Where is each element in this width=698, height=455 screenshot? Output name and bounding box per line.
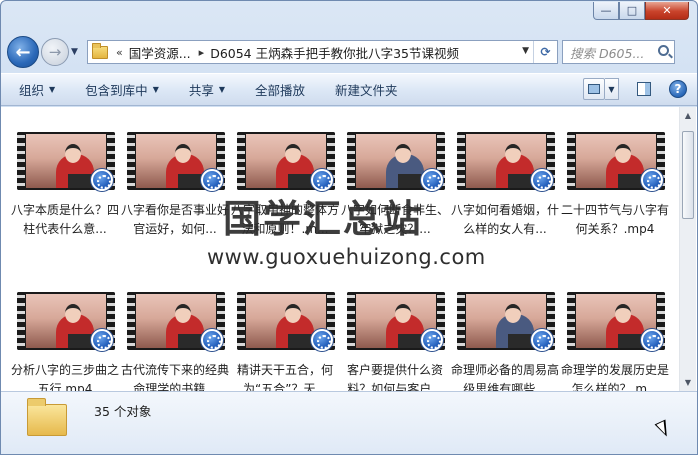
file-name: 分析八字的三步曲之五行.mp4 xyxy=(11,363,119,391)
file-name: 命理师必备的周易高级思维有哪些... xyxy=(451,363,559,391)
file-item[interactable]: 八字本质是什么？四柱代表什么意... xyxy=(11,127,119,237)
presenter-head xyxy=(505,144,521,163)
media-player-badge-icon xyxy=(91,329,113,351)
view-controls: ▼ ? xyxy=(583,78,687,100)
include-in-library-menu[interactable]: 包含到库中 ▼ xyxy=(85,80,159,99)
file-item[interactable]: 客户要提供什么资料？如何与客户... xyxy=(341,287,449,391)
presenter-head xyxy=(395,144,411,163)
presenter-head xyxy=(285,144,301,163)
navigation-bar: ← → ▼ « 国学资源... ▸ D6054 王炳森手把手教你批八字35节课视… xyxy=(7,34,689,70)
scrollbar-thumb[interactable] xyxy=(682,131,694,219)
file-item[interactable]: 命理学的发展历史是怎么样的？.m... xyxy=(561,287,669,391)
vertical-scrollbar[interactable]: ▲ ▼ xyxy=(679,107,696,391)
chevron-down-icon: ▼ xyxy=(152,85,159,94)
address-bar[interactable]: « 国学资源... ▸ D6054 王炳森手把手教你批八字35节课视频 ▼ ⟳ xyxy=(87,40,558,64)
address-dropdown-icon[interactable]: ▼ xyxy=(522,46,529,56)
file-name: 八字本质是什么？四柱代表什么意... xyxy=(11,203,119,236)
play-all-button[interactable]: 全部播放 xyxy=(255,80,305,99)
watermark-url: www.guoxuehuizong.com xyxy=(207,245,486,269)
share-label: 共享 xyxy=(188,83,214,98)
media-player-badge-icon xyxy=(531,329,553,351)
close-button[interactable]: ✕ xyxy=(645,2,689,20)
new-folder-label: 新建文件夹 xyxy=(335,83,398,98)
scroll-down-icon[interactable]: ▼ xyxy=(680,374,696,391)
file-name: 命理学的发展历史是怎么样的？.m... xyxy=(561,363,669,391)
file-name: 古代流传下来的经典命理学的书籍... xyxy=(121,363,229,391)
search-placeholder: 搜索 D605... xyxy=(570,45,645,61)
folder-icon xyxy=(92,42,108,59)
back-button[interactable]: ← xyxy=(7,36,39,68)
file-item[interactable]: 八字如何看婚姻，什么样的女人有... xyxy=(451,127,559,237)
organize-menu[interactable]: 组织 ▼ xyxy=(19,80,55,99)
file-item[interactable]: 古代流传下来的经典命理学的书籍... xyxy=(121,287,229,391)
minimize-button[interactable]: — xyxy=(593,2,619,20)
file-item[interactable]: 八字看你是否事业好官运好，如何... xyxy=(121,127,229,237)
file-name: 八字如何看婚姻，什么样的女人有... xyxy=(451,203,559,236)
explorer-window: — □ ✕ ← → ▼ « 国学资源... ▸ D6054 王炳森手把手教你批八… xyxy=(0,0,698,455)
item-count: 35 个对象 xyxy=(94,404,152,419)
search-input[interactable]: 搜索 D605... xyxy=(562,40,675,64)
help-icon: ? xyxy=(674,82,682,96)
media-player-badge-icon xyxy=(641,329,663,351)
refresh-icon[interactable]: ⟳ xyxy=(533,41,557,63)
presenter-head xyxy=(65,144,81,163)
breadcrumb-arrow-icon[interactable]: ▸ xyxy=(199,46,205,59)
view-options-dropdown[interactable]: ▼ xyxy=(605,78,619,100)
watermark-title: 国学汇总站 xyxy=(223,197,424,241)
presenter-head xyxy=(395,304,411,323)
media-player-badge-icon xyxy=(421,169,443,191)
presenter-head xyxy=(615,304,631,323)
file-item[interactable]: 精讲天干五合，何为“五合”？天... xyxy=(231,287,339,391)
media-player-badge-icon xyxy=(311,329,333,351)
file-name: 客户要提供什么资料？如何与客户... xyxy=(346,363,443,391)
chevron-down-icon: ▼ xyxy=(49,85,56,94)
change-view-button[interactable] xyxy=(583,78,605,100)
new-folder-button[interactable]: 新建文件夹 xyxy=(335,80,398,99)
search-icon xyxy=(658,45,669,56)
preview-pane-icon xyxy=(637,82,651,96)
media-player-badge-icon xyxy=(201,329,223,351)
breadcrumb-parent[interactable]: 国学资源... xyxy=(129,43,191,62)
details-pane: 35 个对象 xyxy=(1,391,697,454)
back-arrow-icon: ← xyxy=(15,41,31,63)
presenter-head xyxy=(615,144,631,163)
scroll-up-icon[interactable]: ▲ xyxy=(680,107,696,124)
file-item[interactable]: 命理师必备的周易高级思维有哪些... xyxy=(451,287,559,391)
media-player-badge-icon xyxy=(201,169,223,191)
presenter-head xyxy=(175,144,191,163)
presenter-head xyxy=(285,304,301,323)
media-player-badge-icon xyxy=(91,169,113,191)
breadcrumb-current[interactable]: D6054 王炳森手把手教你批八字35节课视频 xyxy=(210,43,459,62)
media-player-badge-icon xyxy=(641,169,663,191)
help-button[interactable]: ? xyxy=(669,80,687,98)
preview-pane-button[interactable] xyxy=(633,78,655,100)
file-item[interactable]: 分析八字的三步曲之五行.mp4 xyxy=(11,287,119,391)
chevron-down-icon: ▼ xyxy=(218,85,226,94)
include-in-library-label: 包含到库中 xyxy=(85,83,148,98)
caption-buttons: — □ ✕ xyxy=(593,2,689,20)
play-all-label: 全部播放 xyxy=(255,83,306,98)
file-name: 二十四节气与八字有何关系？.mp4 xyxy=(561,203,669,236)
recent-pages-dropdown[interactable]: ▼ xyxy=(71,47,83,57)
presenter-head xyxy=(505,304,521,323)
presenter-head xyxy=(175,304,191,323)
forward-button[interactable]: → xyxy=(41,38,69,66)
view-icon xyxy=(588,84,600,94)
folder-icon xyxy=(27,398,67,436)
file-name: 八字看你是否事业好官运好，如何... xyxy=(121,203,229,236)
file-item[interactable]: 二十四节气与八字有何关系？.mp4 xyxy=(561,127,669,237)
forward-arrow-icon: → xyxy=(48,43,62,61)
media-player-badge-icon xyxy=(421,329,443,351)
maximize-button[interactable]: □ xyxy=(619,2,645,20)
share-menu[interactable]: 共享 ▼ xyxy=(189,80,225,99)
file-name: 精讲天干五合，何为“五合”？天... xyxy=(236,363,333,391)
organize-label: 组织 xyxy=(19,83,45,98)
media-player-badge-icon xyxy=(531,169,553,191)
breadcrumb-overflow[interactable]: « xyxy=(116,46,123,59)
command-bar: 组织 ▼ 包含到库中 ▼ 共享 ▼ 全部播放 新建文件夹 ▼ ? xyxy=(1,73,697,106)
presenter-head xyxy=(65,304,81,323)
